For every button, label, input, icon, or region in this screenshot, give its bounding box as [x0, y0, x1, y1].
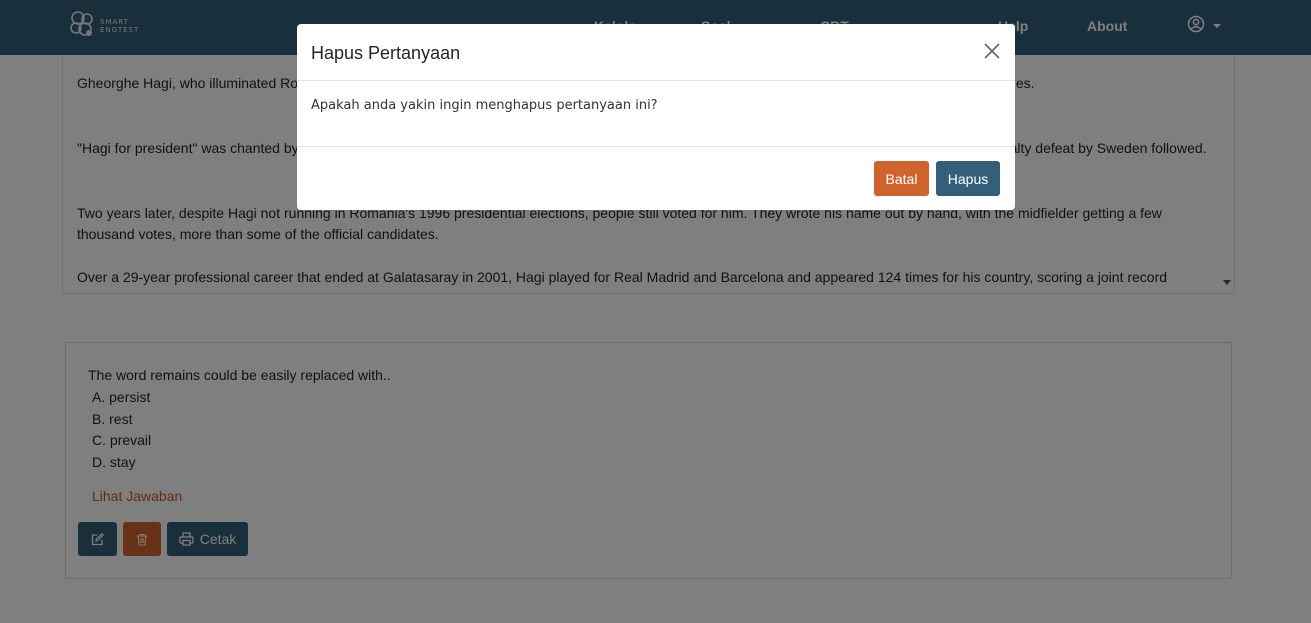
modal-title: Hapus Pertanyaan — [311, 43, 461, 63]
confirm-delete-button[interactable]: Hapus — [936, 161, 1000, 196]
close-button[interactable] — [983, 42, 1001, 60]
cancel-button[interactable]: Batal — [874, 161, 929, 196]
modal-divider — [297, 146, 1015, 147]
modal-message: Apakah anda yakin ingin menghapus pertan… — [311, 98, 658, 113]
modal-divider — [297, 80, 1015, 81]
close-icon — [984, 43, 1000, 59]
delete-question-modal: Hapus Pertanyaan Apakah anda yakin ingin… — [297, 24, 1015, 210]
